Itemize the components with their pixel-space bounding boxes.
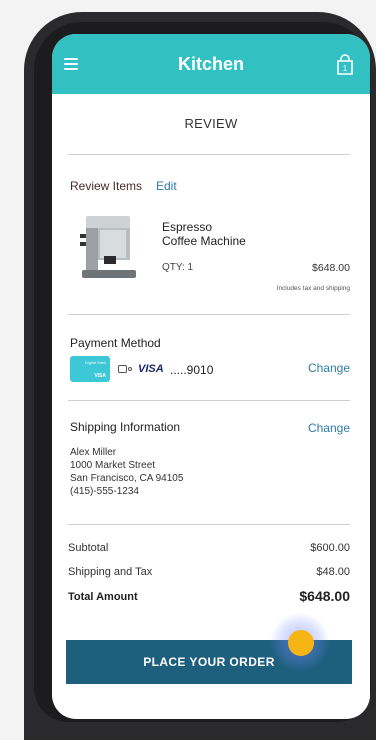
divider: [68, 400, 350, 401]
credit-card-image: Digital Bank VISA: [70, 356, 110, 382]
contactless-icon-dot: [128, 367, 132, 371]
total-amount-label: Total Amount: [68, 591, 138, 603]
shopping-bag-icon[interactable]: 1: [335, 54, 355, 76]
price-note: Includes tax and shipping: [276, 285, 350, 292]
product-name: Espresso Coffee Machine: [162, 220, 246, 248]
edit-items-link[interactable]: Edit: [156, 179, 177, 193]
product-quantity: QTY: 1: [162, 262, 194, 273]
cart-count-badge: 1: [343, 64, 348, 73]
shipping-address: Alex Miller 1000 Market Street San Franc…: [70, 447, 184, 497]
divider: [68, 314, 350, 315]
espresso-machine-image: [80, 216, 136, 278]
review-items-label: Review Items: [70, 179, 143, 193]
app-title: Kitchen: [177, 54, 244, 74]
divider: [68, 524, 350, 525]
shipping-information-label: Shipping Information: [70, 420, 181, 434]
app-screen: Kitchen 1 REVIEW Review Items Edit Espre…: [52, 34, 370, 719]
shipping-tax-value: $48.00: [316, 566, 350, 578]
product-price: $648.00: [312, 262, 350, 274]
total-amount-value: $648.00: [299, 588, 350, 604]
shipping-tax-label: Shipping and Tax: [68, 566, 153, 578]
tap-indicator: [288, 630, 314, 656]
divider: [68, 154, 350, 155]
subtotal-value: $600.00: [310, 542, 350, 554]
visa-logo: VISA: [138, 363, 164, 375]
header-bar: Kitchen 1: [52, 34, 370, 94]
card-number: .....9010: [170, 363, 214, 377]
payment-method-label: Payment Method: [70, 336, 161, 350]
change-shipping-link[interactable]: Change: [308, 421, 350, 435]
contactless-icon: [118, 365, 127, 373]
change-payment-link[interactable]: Change: [308, 361, 350, 375]
page-title: REVIEW: [184, 116, 238, 131]
subtotal-label: Subtotal: [68, 542, 109, 554]
